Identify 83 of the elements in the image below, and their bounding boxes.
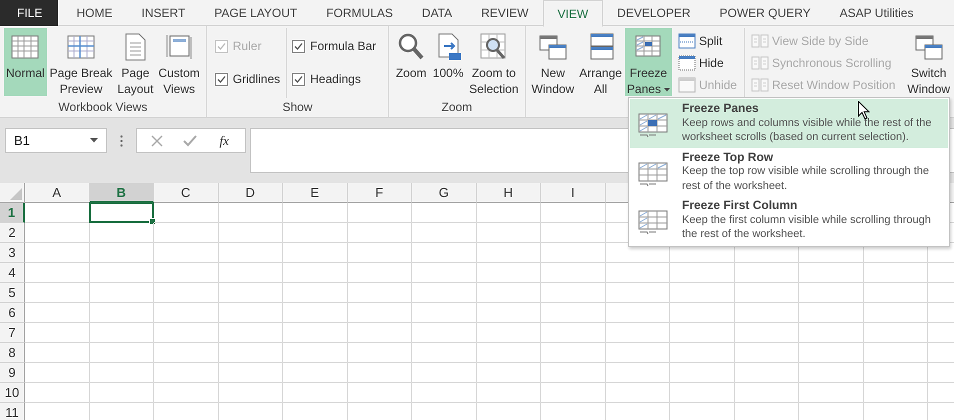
column-header[interactable]: I: [541, 183, 606, 203]
ribbon-tab[interactable]: DATA: [407, 0, 467, 26]
active-cell-border: [88, 202, 154, 223]
ribbon-button[interactable]: Arrange All: [577, 28, 624, 96]
cancel-icon[interactable]: [151, 134, 164, 146]
dropdown-arrow-icon: [90, 138, 98, 143]
checkbox[interactable]: [292, 40, 306, 52]
ribbon-button[interactable]: Split: [676, 31, 738, 50]
group-label: Zoom: [442, 100, 472, 114]
split-icon: [678, 32, 696, 49]
pages-icon: [750, 77, 769, 94]
pages-icon: [750, 32, 769, 49]
freeze-grid-icon: [638, 160, 668, 188]
menu-item[interactable]: Freeze Top Row Keep the top row visible while scrolling through the rest of the worksheet.: [630, 148, 948, 196]
row-header[interactable]: 9: [0, 363, 25, 383]
ribbon-button[interactable]: Page Break Preview: [48, 28, 114, 96]
menu-item-description: Keep rows and columns visible while the rest of the worksheet scrolls (based on current selection).: [682, 116, 932, 144]
ribbon-button[interactable]: Freeze Panes: [624, 28, 672, 96]
ribbon-tab[interactable]: POWER QUERY: [705, 0, 826, 26]
checkbox[interactable]: [292, 72, 306, 86]
row-header[interactable]: 10: [0, 383, 25, 403]
ribbon-button[interactable]: New Window: [530, 28, 576, 96]
checkbox-label: Ruler: [232, 39, 262, 53]
ribbon-tab[interactable]: PAGE LAYOUT: [200, 0, 312, 26]
column-header[interactable]: D: [218, 183, 283, 203]
row-header[interactable]: 4: [0, 263, 25, 283]
column-header[interactable]: B: [90, 183, 154, 203]
freeze-grid-icon: [638, 208, 668, 236]
row-header[interactable]: 7: [0, 323, 25, 343]
ribbon-tab[interactable]: ASAP Utilities: [825, 0, 928, 26]
menu-item-title: Freeze Top Row: [682, 150, 774, 164]
name-box[interactable]: B1: [5, 128, 107, 153]
group-label: Show: [282, 100, 312, 114]
checkbox-label: Formula Bar: [310, 39, 376, 53]
menu-item-description: Keep the first column visible while scrolling through the rest of the worksheet.: [682, 212, 932, 242]
column-header[interactable]: F: [348, 183, 412, 203]
triangle-icon: [10, 188, 22, 200]
ribbon-button[interactable]: 100%: [430, 28, 466, 96]
column-header[interactable]: E: [283, 183, 348, 203]
ribbon-tab[interactable]: DEVELOPER: [602, 0, 706, 26]
mouse-pointer-icon: [858, 101, 870, 120]
freeze-grid-icon: [638, 111, 668, 139]
row-header[interactable]: 8: [0, 343, 25, 363]
row-header[interactable]: 2: [0, 223, 25, 243]
column-header[interactable]: H: [476, 183, 541, 203]
row-header[interactable]: 1: [0, 203, 25, 223]
menu-item-title: Freeze Panes: [682, 101, 759, 116]
column-header[interactable]: A: [25, 183, 90, 203]
row-header[interactable]: 11: [0, 403, 25, 420]
ribbon-button[interactable]: Zoom to Selection: [467, 28, 521, 96]
menu-item[interactable]: Freeze Panes Keep rows and columns visible while the rest of the worksheet scrolls (based on current selection).: [630, 99, 948, 148]
ribbon-tab[interactable]: HOME: [62, 0, 127, 26]
ribbon-tab[interactable]: INSERT: [127, 0, 200, 26]
group-label: Workbook Views: [58, 100, 148, 114]
insert-function-button[interactable]: fx: [218, 132, 231, 148]
ribbon-button[interactable]: Custom Views: [156, 28, 202, 96]
file-tab[interactable]: FILE: [0, 0, 58, 26]
select-all-corner[interactable]: [0, 183, 25, 203]
row-header[interactable]: 6: [0, 303, 25, 323]
cell[interactable]: [90, 203, 154, 223]
pages-icon: [750, 54, 769, 71]
checkbox[interactable]: [214, 72, 228, 86]
ribbon-button[interactable]: Hide: [676, 53, 738, 73]
window-icon: [678, 54, 696, 71]
checkbox-label: Headings: [310, 72, 361, 86]
ribbon-button[interactable]: Zoom: [393, 28, 430, 96]
menu-item-description: Keep the top row visible while scrolling through the rest of the worksheet.: [682, 164, 930, 193]
ribbon-button[interactable]: Page Layout: [115, 28, 156, 96]
row-header[interactable]: 3: [0, 243, 25, 263]
grip-icon: [120, 135, 123, 147]
checkmark-icon[interactable]: [183, 134, 198, 146]
ribbon-button[interactable]: Switch Window: [905, 28, 952, 96]
window-icon: [678, 77, 696, 94]
row-header[interactable]: 5: [0, 283, 25, 303]
column-header[interactable]: G: [412, 183, 476, 203]
ribbon-tab[interactable]: FORMULAS: [312, 0, 408, 26]
column-header[interactable]: C: [154, 183, 218, 203]
ribbon-button[interactable]: Normal: [4, 28, 47, 96]
checkbox-label: Gridlines: [232, 72, 280, 86]
ribbon-tab[interactable]: REVIEW: [466, 0, 543, 26]
menu-item[interactable]: Freeze First Column Keep the first column visible while scrolling through the rest of the worksheet.: [630, 196, 948, 244]
ribbon-tab[interactable]: VIEW: [542, 0, 603, 27]
menu-item-title: Freeze First Column: [682, 198, 798, 212]
